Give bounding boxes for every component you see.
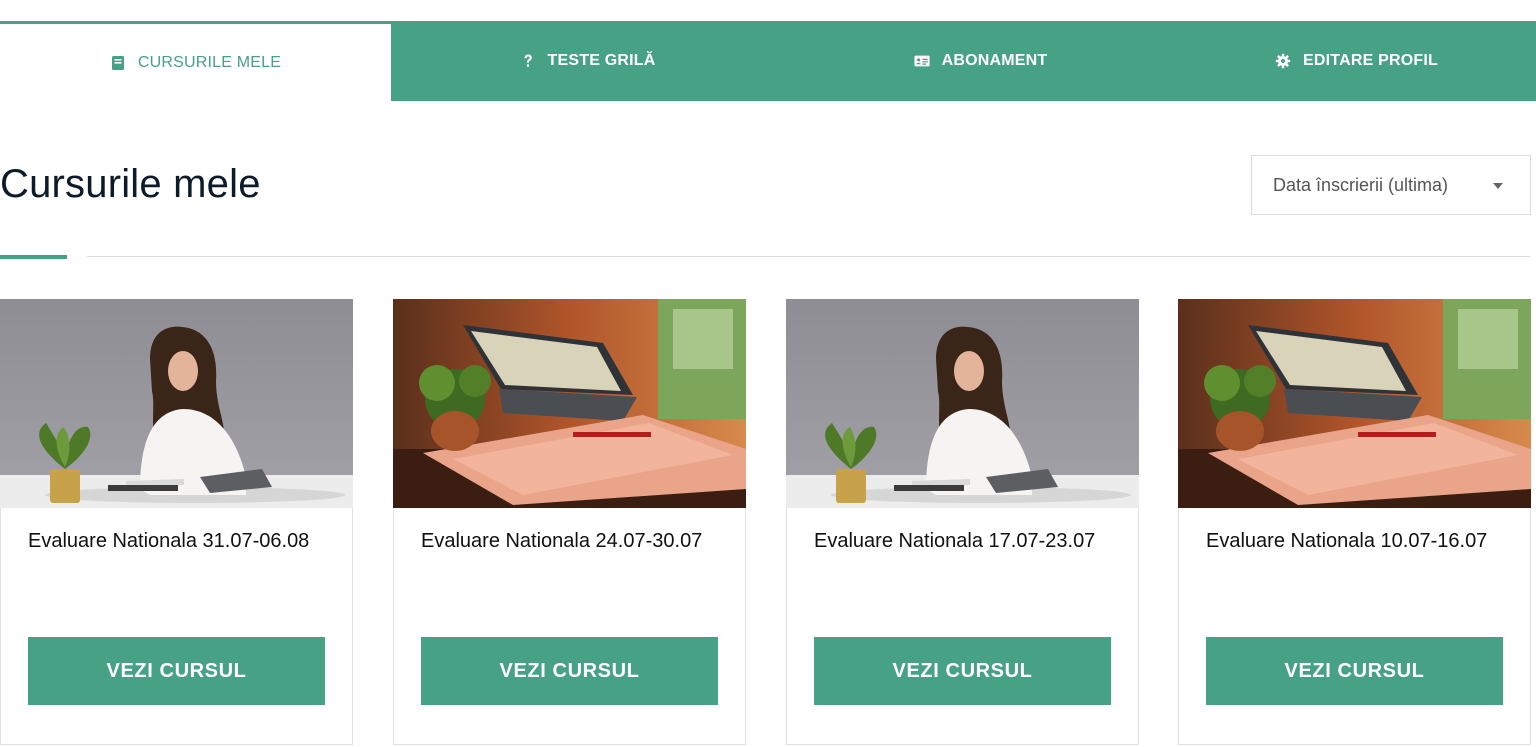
course-image-woman-writing[interactable] <box>0 299 353 508</box>
gear-icon <box>1275 53 1291 69</box>
profile-tabs: CURSURILE MELE TESTE GRILĂ ABONAMENT EDI… <box>0 21 1536 101</box>
view-course-button[interactable]: VEZI CURSUL <box>1206 637 1503 705</box>
question-icon <box>520 53 536 69</box>
course-card: Evaluare Nationala 10.07-16.07 VEZI CURS… <box>1178 299 1531 745</box>
sort-select[interactable]: Data înscrierii (ultima) <box>1251 155 1531 215</box>
chevron-down-icon <box>1493 183 1503 189</box>
tab-abonament[interactable]: ABONAMENT <box>784 21 1177 101</box>
tab-teste-grila[interactable]: TESTE GRILĂ <box>391 21 784 101</box>
course-image-laptop-desk[interactable] <box>393 299 746 508</box>
sort-selected-value: Data înscrierii (ultima) <box>1273 174 1449 195</box>
course-card: Evaluare Nationala 31.07-06.08 VEZI CURS… <box>0 299 353 745</box>
title-divider <box>87 256 1530 257</box>
tab-editare-profil[interactable]: EDITARE PROFIL <box>1177 21 1536 101</box>
book-icon <box>110 55 126 71</box>
view-course-button[interactable]: VEZI CURSUL <box>814 637 1111 705</box>
course-image-woman-writing[interactable] <box>786 299 1139 508</box>
course-card: Evaluare Nationala 17.07-23.07 VEZI CURS… <box>786 299 1139 745</box>
tab-label: CURSURILE MELE <box>137 53 282 71</box>
view-course-button[interactable]: VEZI CURSUL <box>28 637 325 705</box>
title-accent-bar <box>0 255 67 259</box>
course-title: Evaluare Nationala 31.07-06.08 <box>28 530 310 552</box>
course-title: Evaluare Nationala 10.07-16.07 <box>1206 530 1488 552</box>
page-title: Cursurile mele <box>0 162 261 206</box>
course-list: Evaluare Nationala 31.07-06.08 VEZI CURS… <box>0 299 1536 747</box>
id-card-icon <box>914 53 930 69</box>
course-title: Evaluare Nationala 17.07-23.07 <box>814 530 1096 552</box>
course-card: Evaluare Nationala 24.07-30.07 VEZI CURS… <box>393 299 746 745</box>
tab-label: ABONAMENT <box>941 52 1048 69</box>
tab-label: TESTE GRILĂ <box>547 52 656 69</box>
tab-cursurile-mele[interactable]: CURSURILE MELE <box>0 21 391 101</box>
course-title: Evaluare Nationala 24.07-30.07 <box>421 530 703 552</box>
view-course-button[interactable]: VEZI CURSUL <box>421 637 718 705</box>
course-image-laptop-desk[interactable] <box>1178 299 1531 508</box>
tab-label: EDITARE PROFIL <box>1303 52 1438 69</box>
